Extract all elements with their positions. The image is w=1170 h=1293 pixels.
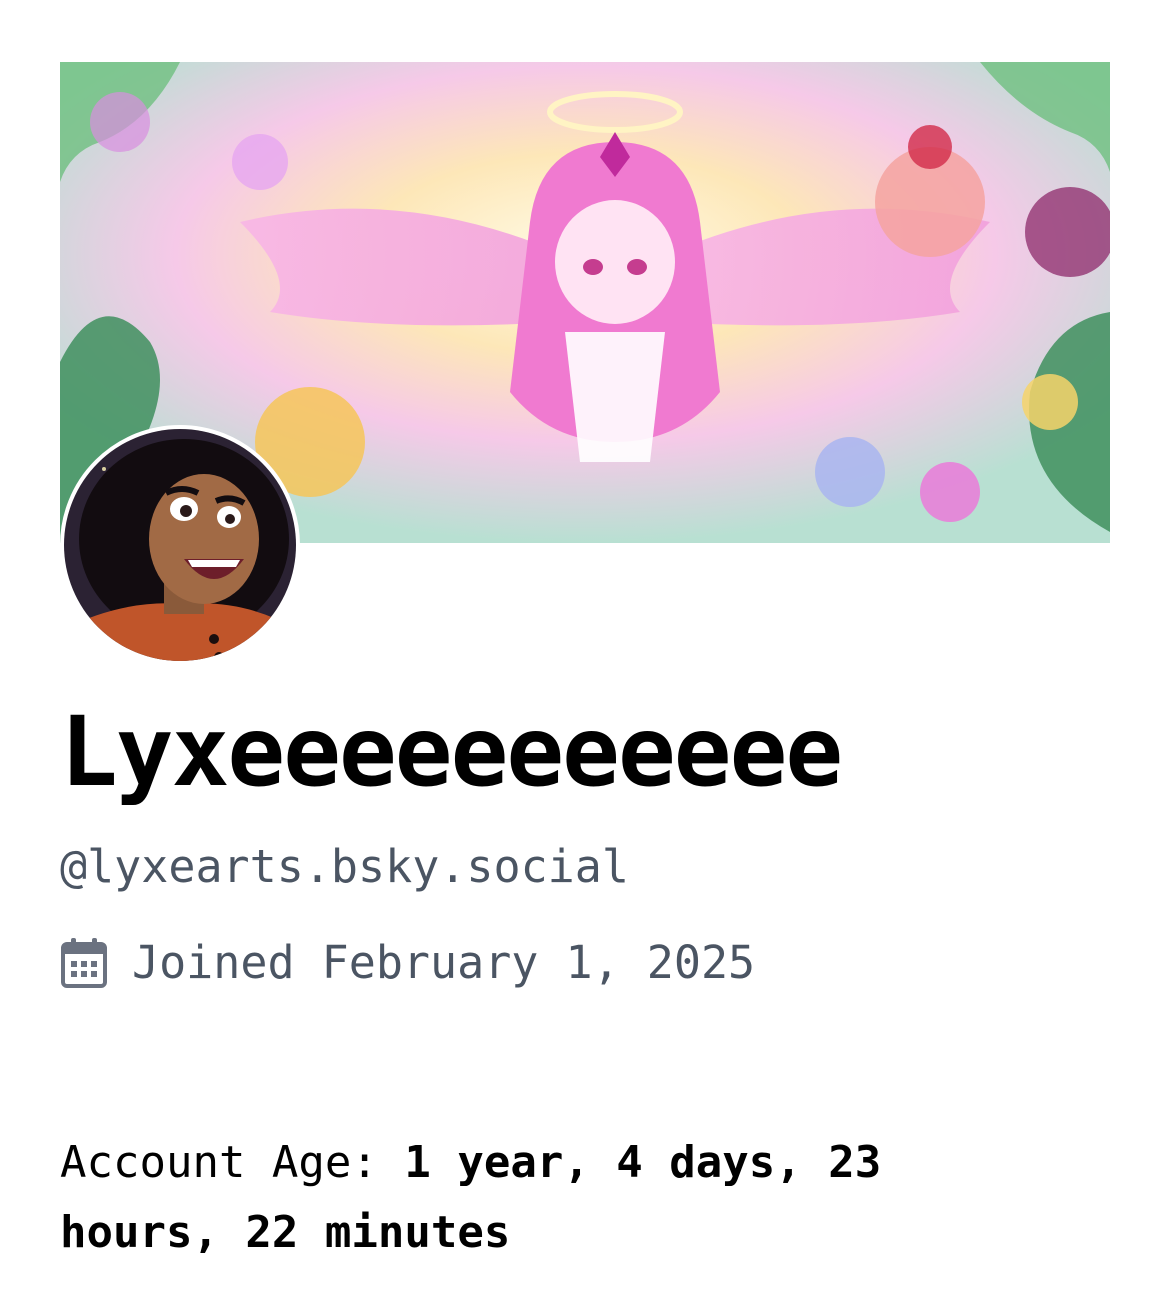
joined-date: Joined February 1, 2025 (132, 936, 756, 989)
display-name: Lyxeeeeeeeeeee (60, 696, 843, 808)
avatar[interactable] (60, 425, 300, 665)
calendar-icon (61, 937, 107, 988)
account-age: Account Age: 1 year, 4 days, 23 hours, 2… (60, 1128, 1060, 1268)
joined-date-row: Joined February 1, 2025 (60, 936, 755, 989)
account-age-label: Account Age: (60, 1137, 405, 1188)
profile-handle[interactable]: @lyxearts.bsky.social (60, 840, 629, 893)
avatar-image (64, 429, 296, 661)
